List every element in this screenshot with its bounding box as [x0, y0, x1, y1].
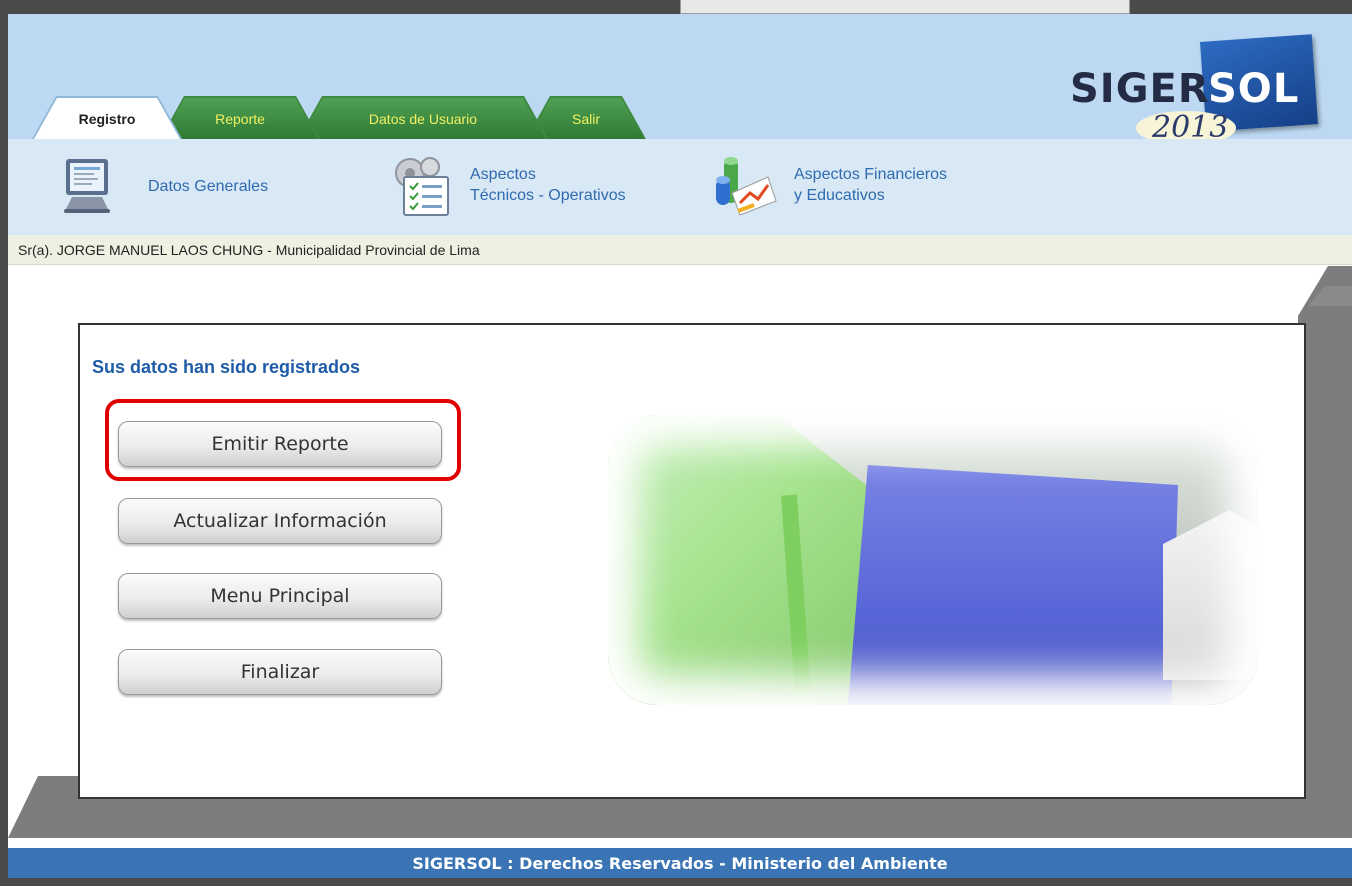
subnav-aspectos-tecnicos[interactable]: Aspectos Técnicos - Operativos — [386, 153, 626, 219]
window-frame: SIGER SOL 2013 Registro Reporte Datos de… — [0, 0, 1352, 886]
actualizar-informacion-button[interactable]: Actualizar Información — [118, 498, 442, 544]
computer-monitor-icon — [58, 155, 118, 217]
subnav-aspectos-line2: Técnicos - Operativos — [470, 187, 626, 204]
header: SIGER SOL 2013 Registro Reporte Datos de… — [8, 14, 1352, 145]
logo-text-sol: SOL — [1208, 66, 1300, 112]
user-info-text: Sr(a). JORGE MANUEL LAOS CHUNG - Municip… — [18, 242, 480, 258]
user-info-bar: Sr(a). JORGE MANUEL LAOS CHUNG - Municip… — [8, 235, 1352, 265]
browser-tab-strip — [680, 0, 1130, 14]
subnav-aspectos-financieros[interactable]: Aspectos Financieros y Educativos — [710, 153, 947, 219]
result-panel: Sus datos han sido registrados Emitir Re… — [78, 323, 1306, 799]
tab-datos-de-usuario[interactable]: Datos de Usuario — [298, 96, 548, 139]
sigersol-logo: SIGER SOL 2013 — [1048, 26, 1319, 145]
sub-navigation: Datos Generales Aspectos Técnicos - Oper… — [8, 139, 1352, 235]
emitir-reporte-button[interactable]: Emitir Reporte — [118, 421, 442, 467]
tab-datos-de-usuario-label: Datos de Usuario — [368, 110, 478, 127]
panel-title: Sus datos han sido registrados — [92, 357, 361, 377]
subnav-datos-generales-label: Datos Generales — [148, 177, 269, 195]
garbage-truck-photo — [608, 415, 1258, 705]
footer-text: SIGERSOL : Derechos Reservados - Ministe… — [412, 853, 948, 873]
photo-vignette — [608, 415, 1258, 705]
tab-salir-label: Salir — [571, 110, 600, 127]
tab-registro-label: Registro — [78, 110, 136, 127]
subnav-aspectos-line1: Aspectos — [470, 166, 536, 183]
subnav-financieros-line1: Aspectos Financieros — [794, 166, 947, 183]
tab-reporte-label: Reporte — [215, 110, 265, 127]
subnav-datos-generales[interactable]: Datos Generales — [58, 155, 268, 217]
tab-reporte[interactable]: Reporte — [160, 96, 320, 139]
footer: SIGERSOL : Derechos Reservados - Ministe… — [8, 848, 1352, 878]
finalizar-button[interactable]: Finalizar — [118, 649, 442, 695]
subnav-financieros-line2: y Educativos — [794, 187, 885, 204]
menu-principal-button[interactable]: Menu Principal — [118, 573, 442, 619]
tab-registro[interactable]: Registro — [32, 96, 182, 139]
finance-chart-icon — [710, 153, 780, 219]
logo-text-siger: SIGER — [1070, 66, 1210, 112]
page: SIGER SOL 2013 Registro Reporte Datos de… — [8, 14, 1352, 878]
checklist-gears-icon — [386, 153, 456, 219]
